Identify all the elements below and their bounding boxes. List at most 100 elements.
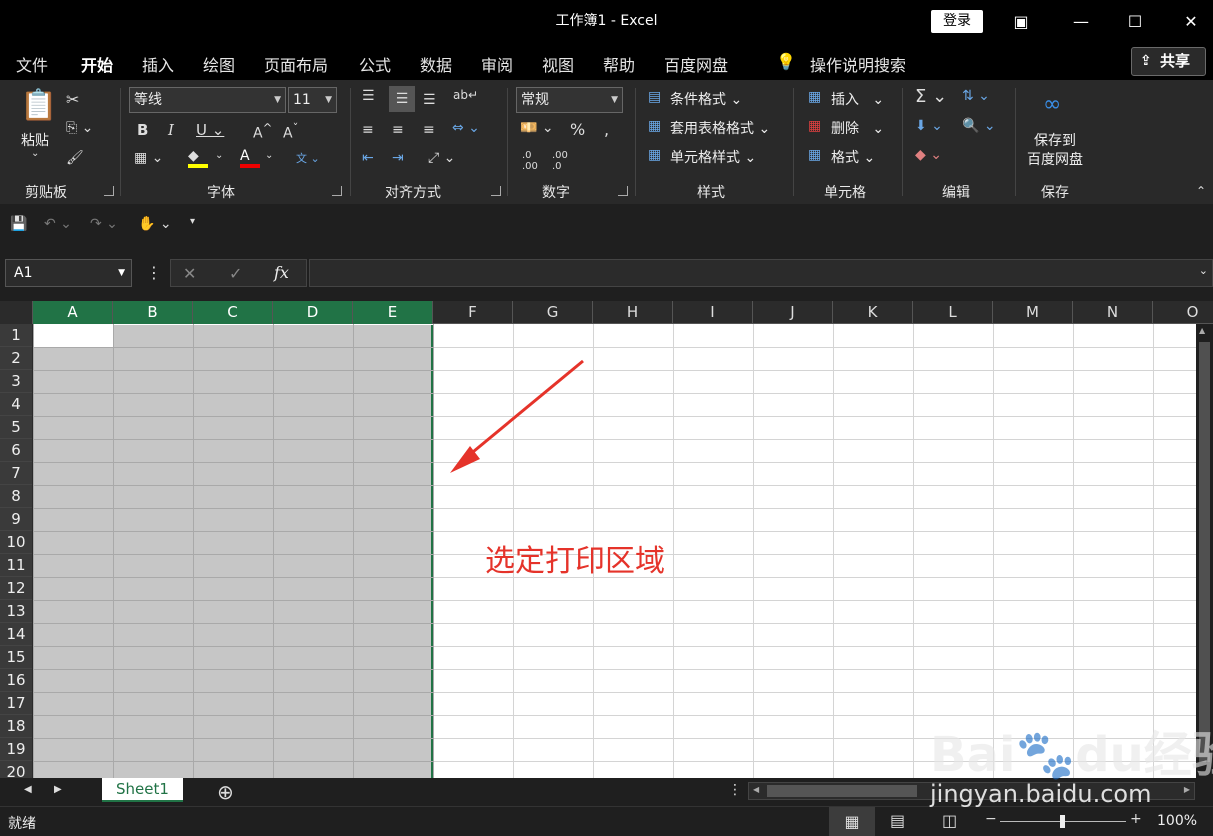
paste-button[interactable]: 粘贴: [21, 130, 49, 150]
align-left-icon[interactable]: ≡: [362, 122, 374, 138]
underline-icon[interactable]: U ⌄: [196, 121, 224, 139]
scroll-right-icon[interactable]: ▶: [1184, 785, 1190, 794]
autosum-icon[interactable]: Σ ⌄: [915, 86, 947, 107]
delete-cells-button[interactable]: 删除 ⌄: [831, 118, 884, 138]
customize-qat-icon[interactable]: ▾: [190, 216, 195, 227]
cell-style-button[interactable]: 单元格样式 ⌄: [670, 147, 756, 167]
currency-icon[interactable]: 💴 ⌄: [520, 120, 554, 136]
font-launcher-icon[interactable]: [332, 186, 342, 196]
baidu-disk-label[interactable]: 百度网盘: [1027, 149, 1083, 169]
conditional-format-button[interactable]: 条件格式 ⌄: [670, 89, 742, 109]
page-layout-view-icon[interactable]: ▤: [890, 811, 905, 830]
prev-sheet-icon[interactable]: ◀: [24, 784, 32, 795]
increase-decimal-icon[interactable]: .0.00: [522, 150, 538, 172]
sheet-tab-sheet1[interactable]: Sheet1: [102, 778, 183, 802]
font-size-select[interactable]: 11 ▼: [288, 87, 337, 113]
tab-home[interactable]: 开始: [81, 52, 113, 76]
increase-indent-icon[interactable]: ⇥: [392, 150, 404, 166]
baidu-cloud-icon[interactable]: ∞: [1043, 92, 1061, 117]
zoom-in-icon[interactable]: +: [1130, 811, 1142, 827]
phonetic-icon[interactable]: 文 ⌄: [296, 150, 320, 166]
tab-baidu-disk[interactable]: 百度网盘: [664, 52, 728, 76]
italic-icon[interactable]: I: [168, 121, 174, 139]
align-top-icon[interactable]: ☰: [362, 88, 375, 104]
clipboard-launcher-icon[interactable]: [104, 186, 114, 196]
clear-icon[interactable]: ◆ ⌄: [915, 147, 942, 163]
touch-mode-icon[interactable]: ✋ ⌄: [138, 216, 172, 232]
ribbon-display-icon[interactable]: ▣: [1006, 8, 1036, 36]
merge-center-icon[interactable]: ⇔ ⌄: [452, 120, 480, 136]
chevron-down-icon[interactable]: ⌄: [265, 150, 273, 161]
comma-icon[interactable]: ,: [604, 120, 609, 139]
collapse-ribbon-icon[interactable]: ⌃: [1196, 184, 1206, 198]
bold-icon[interactable]: B: [137, 121, 148, 139]
cut-icon[interactable]: ✂: [66, 90, 79, 109]
undo-icon[interactable]: ↶ ⌄: [44, 216, 72, 232]
decrease-indent-icon[interactable]: ⇤: [362, 150, 374, 166]
wrap-text-icon[interactable]: ab↵: [453, 88, 478, 102]
enter-icon[interactable]: ✓: [229, 264, 242, 283]
font-name-select[interactable]: 等线 ▼: [129, 87, 286, 113]
scroll-left-icon[interactable]: ◀: [753, 785, 759, 794]
sort-filter-icon[interactable]: ⇅ ⌄: [962, 88, 990, 104]
minimize-icon[interactable]: —: [1066, 8, 1096, 36]
tab-insert[interactable]: 插入: [142, 52, 174, 76]
tab-file[interactable]: 文件: [16, 52, 48, 76]
insert-cells-button[interactable]: 插入 ⌄: [831, 89, 884, 109]
table-format-button[interactable]: 套用表格格式 ⌄: [670, 118, 770, 138]
tell-me-search[interactable]: 操作说明搜索: [810, 52, 906, 76]
decrease-decimal-icon[interactable]: .00.0: [552, 150, 568, 172]
page-break-view-icon[interactable]: ◫: [942, 811, 957, 830]
align-center-icon[interactable]: ≡: [392, 122, 404, 138]
next-sheet-icon[interactable]: ▶: [54, 784, 62, 795]
tab-data[interactable]: 数据: [420, 52, 452, 76]
tab-view[interactable]: 视图: [542, 52, 574, 76]
copy-icon[interactable]: ⎘ ⌄: [66, 120, 93, 136]
tab-page-layout[interactable]: 页面布局: [264, 52, 328, 76]
tab-help[interactable]: 帮助: [603, 52, 635, 76]
close-icon[interactable]: ✕: [1176, 8, 1206, 36]
name-box[interactable]: A1 ▼: [5, 259, 132, 287]
tab-draw[interactable]: 绘图: [203, 52, 235, 76]
split-handle-icon[interactable]: ⋮: [728, 782, 742, 798]
save-to-label[interactable]: 保存到: [1034, 130, 1076, 150]
zoom-level[interactable]: 100%: [1157, 813, 1197, 829]
tab-formulas[interactable]: 公式: [359, 52, 391, 76]
align-middle-icon[interactable]: ☰: [389, 86, 415, 112]
zoom-slider-thumb[interactable]: [1060, 815, 1065, 828]
orientation-icon[interactable]: ⤢ ⌄: [428, 150, 455, 166]
font-color-icon[interactable]: A: [240, 148, 260, 168]
grow-font-icon[interactable]: A^: [253, 121, 272, 142]
formula-input[interactable]: ⌄: [309, 259, 1213, 287]
align-bottom-icon[interactable]: ☰: [423, 92, 436, 108]
maximize-icon[interactable]: ☐: [1120, 8, 1150, 36]
hscroll-thumb[interactable]: [767, 785, 917, 797]
share-button[interactable]: ⇪ 共享: [1131, 47, 1206, 76]
paste-icon[interactable]: 📋: [20, 88, 57, 123]
find-select-icon[interactable]: 🔍 ⌄: [962, 118, 996, 134]
normal-view-icon[interactable]: ▦: [829, 807, 875, 836]
number-launcher-icon[interactable]: [618, 186, 628, 196]
expand-formula-icon[interactable]: ⌄: [1199, 264, 1208, 277]
tab-review[interactable]: 审阅: [481, 52, 513, 76]
border-icon[interactable]: ▦ ⌄: [134, 150, 163, 166]
format-painter-icon[interactable]: 🖌: [66, 150, 84, 166]
align-right-icon[interactable]: ≡: [423, 122, 435, 138]
number-format-select[interactable]: 常规 ▼: [516, 87, 623, 113]
percent-icon[interactable]: %: [570, 120, 585, 139]
zoom-out-icon[interactable]: −: [985, 811, 997, 827]
more-options-icon[interactable]: ⋮: [146, 263, 162, 282]
login-button[interactable]: 登录: [931, 10, 983, 33]
save-icon[interactable]: 💾: [10, 216, 27, 232]
paste-dropdown-icon[interactable]: ⌄: [31, 148, 39, 159]
align-launcher-icon[interactable]: [491, 186, 501, 196]
redo-icon[interactable]: ↷ ⌄: [90, 216, 118, 232]
add-sheet-icon[interactable]: ⊕: [217, 780, 234, 804]
fill-icon[interactable]: ⬇ ⌄: [915, 118, 943, 134]
fill-color-icon[interactable]: ◆: [188, 148, 208, 168]
format-cells-button[interactable]: 格式 ⌄: [831, 147, 875, 167]
cancel-icon[interactable]: ✕: [183, 264, 196, 283]
shrink-font-icon[interactable]: Aˇ: [283, 121, 298, 142]
chevron-down-icon[interactable]: ⌄: [215, 150, 223, 161]
insert-function-icon[interactable]: fx: [274, 263, 289, 282]
